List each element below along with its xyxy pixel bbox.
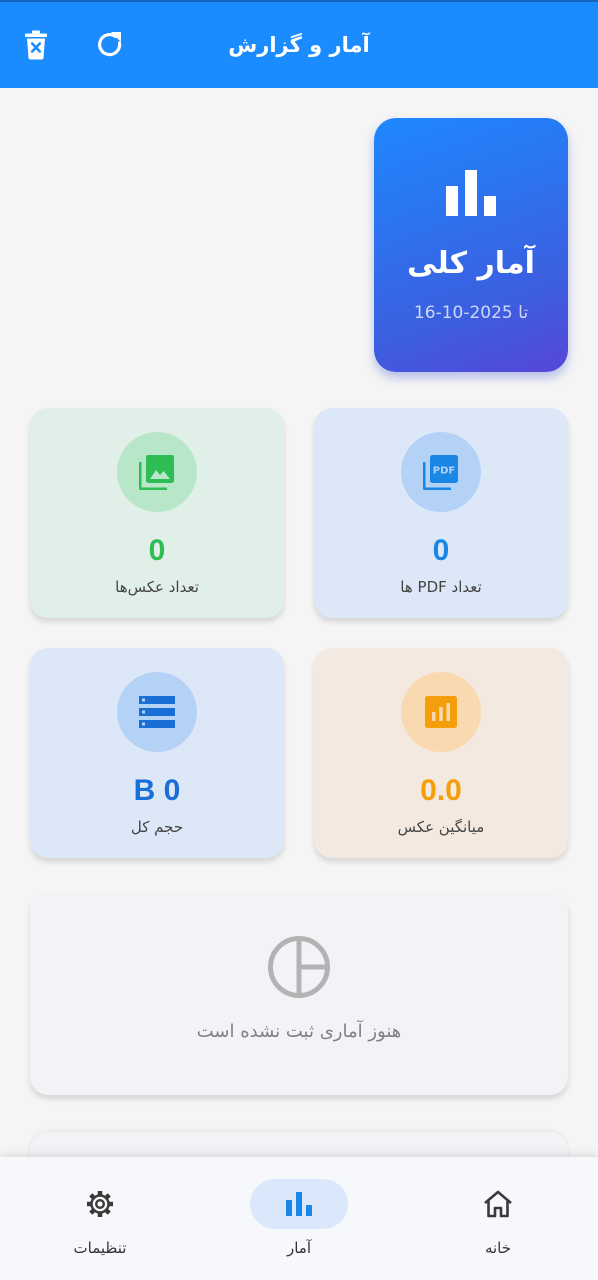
nav-settings-label: تنظیمات (73, 1239, 127, 1257)
avg-icon-circle (401, 672, 481, 752)
overview-title: آمار کلی (407, 246, 535, 281)
gear-icon (87, 1191, 113, 1217)
pie-chart-outline-icon (268, 936, 330, 998)
image-count-value: 0 (148, 534, 166, 567)
avg-images-card: 0.0 میانگین عکس (314, 648, 568, 858)
bottom-navigation: تنظیمات آمار خانه (0, 1157, 598, 1280)
nav-home-pill (449, 1179, 547, 1229)
nav-item-home[interactable]: خانه (438, 1179, 558, 1259)
nav-stats-label: آمار (286, 1239, 312, 1257)
pdf-count-label: تعداد PDF ها (400, 578, 482, 596)
overview-date: تا 2025-10-16 (413, 303, 529, 323)
empty-state-text: هنوز آماری ثبت نشده است (196, 1021, 402, 1042)
pdf-icon-circle: PDF (401, 432, 481, 512)
nav-item-stats[interactable]: آمار (239, 1179, 359, 1259)
app-bar: آمار و گزارش (0, 2, 598, 88)
bar-chart-icon (286, 1192, 312, 1216)
bar-chart-icon (446, 170, 496, 216)
nav-stats-pill (250, 1179, 348, 1229)
image-icon-circle (117, 432, 197, 512)
image-count-label: تعداد عکس‌ها (115, 578, 199, 596)
analytics-icon (425, 696, 457, 728)
nav-settings-pill (51, 1179, 149, 1229)
pdf-count-value: 0 (432, 534, 450, 567)
avg-images-value: 0.0 (420, 774, 462, 807)
avg-images-label: میانگین عکس (397, 818, 485, 836)
photo-library-icon (139, 455, 174, 490)
storage-icon (139, 696, 175, 728)
refresh-button[interactable] (94, 28, 126, 62)
refresh-icon (98, 32, 122, 57)
nav-home-label: خانه (484, 1239, 512, 1257)
pdf-file-icon: PDF (423, 455, 458, 490)
total-size-label: حجم کل (130, 818, 184, 836)
delete-forever-icon (25, 30, 47, 60)
delete-all-button[interactable] (20, 28, 52, 62)
page-title: آمار و گزارش (228, 33, 370, 57)
nav-item-settings[interactable]: تنظیمات (40, 1179, 160, 1259)
total-size-card: B 0 حجم کل (30, 648, 284, 858)
overview-card: آمار کلی تا 2025-10-16 (374, 118, 568, 372)
home-icon (484, 1190, 512, 1218)
total-size-value: B 0 (133, 774, 181, 807)
size-icon-circle (117, 672, 197, 752)
empty-state-card: هنوز آماری ثبت نشده است (30, 893, 568, 1095)
image-count-card: 0 تعداد عکس‌ها (30, 408, 284, 618)
svg-text:PDF: PDF (433, 466, 455, 477)
pdf-count-card: PDF 0 تعداد PDF ها (314, 408, 568, 618)
